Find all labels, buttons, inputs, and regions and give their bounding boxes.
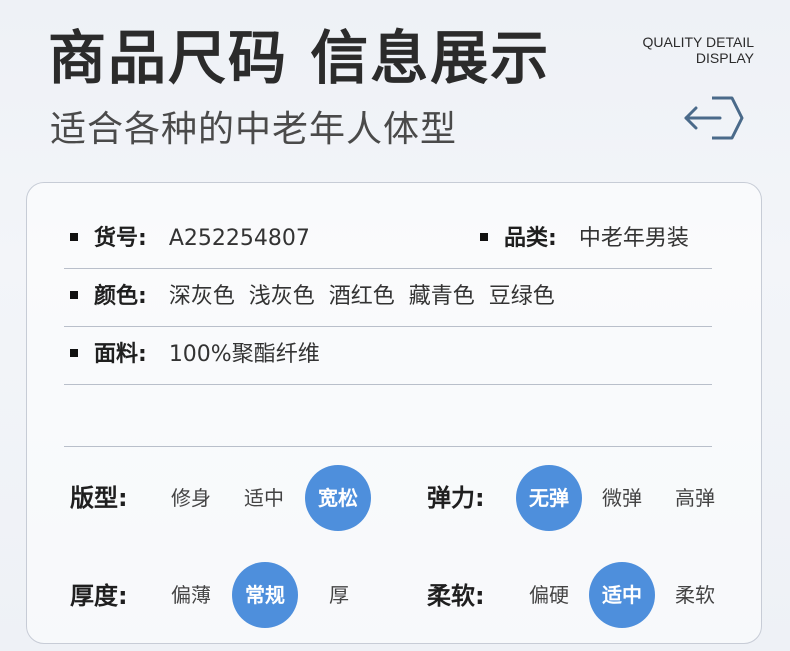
elasticity-option-none[interactable]: 无弹 — [516, 465, 582, 531]
softness-option-medium[interactable]: 适中 — [589, 562, 655, 628]
elasticity-label: 弹力: — [427, 484, 485, 512]
thickness-option-regular[interactable]: 常规 — [232, 562, 298, 628]
fabric-value: 100%聚酯纤维 — [168, 342, 320, 367]
fabric-field: 面料: 100%聚酯纤维 — [70, 326, 320, 384]
category-field: 品类: 中老年男装 — [480, 210, 689, 268]
english-label: QUALITY DETAIL DISPLAY — [642, 34, 754, 66]
page-subtitle: 适合各种的中老年人体型 — [50, 109, 458, 150]
bullet-icon — [70, 349, 78, 357]
bullet-icon — [480, 233, 488, 241]
softness-option-soft[interactable]: 柔软 — [662, 562, 728, 628]
page-title: 商品尺码 信息展示 — [48, 24, 551, 92]
item-number-field: 货号: A252254807 — [70, 210, 310, 268]
item-number-label: 货号: — [94, 226, 147, 251]
info-row-item-category: 货号: A252254807 品类: 中老年男装 — [64, 210, 712, 269]
elasticity-option-slight[interactable]: 微弹 — [589, 465, 655, 531]
softness-option-hard[interactable]: 偏硬 — [516, 562, 582, 628]
bullet-icon — [70, 291, 78, 299]
category-label: 品类: — [504, 226, 557, 251]
item-number-value: A252254807 — [168, 226, 310, 251]
info-row-fabric: 面料: 100%聚酯纤维 — [64, 326, 712, 385]
info-row-colors: 颜色: 深灰色 浅灰色 酒红色 藏青色 豆绿色 — [64, 268, 712, 327]
fabric-label: 面料: — [94, 342, 147, 367]
softness-label: 柔软: — [427, 582, 485, 610]
colors-label: 颜色: — [94, 284, 147, 309]
category-value: 中老年男装 — [578, 226, 689, 251]
fit-option-loose[interactable]: 宽松 — [305, 465, 371, 531]
fit-label: 版型: — [70, 484, 128, 512]
arrow-left-hexagon-icon — [684, 96, 744, 140]
bullet-icon — [70, 233, 78, 241]
colors-value: 深灰色 浅灰色 酒红色 藏青色 豆绿色 — [168, 284, 555, 309]
section-divider — [64, 446, 712, 447]
thickness-option-thick[interactable]: 厚 — [306, 562, 372, 628]
english-label-line1: QUALITY DETAIL — [642, 34, 754, 50]
colors-field: 颜色: 深灰色 浅灰色 酒红色 藏青色 豆绿色 — [70, 268, 555, 326]
elasticity-option-high[interactable]: 高弹 — [662, 465, 728, 531]
thickness-option-thin[interactable]: 偏薄 — [158, 562, 224, 628]
fit-option-slim[interactable]: 修身 — [158, 465, 224, 531]
fit-option-regular[interactable]: 适中 — [231, 465, 297, 531]
thickness-label: 厚度: — [70, 582, 128, 610]
english-label-line2: DISPLAY — [695, 50, 754, 66]
